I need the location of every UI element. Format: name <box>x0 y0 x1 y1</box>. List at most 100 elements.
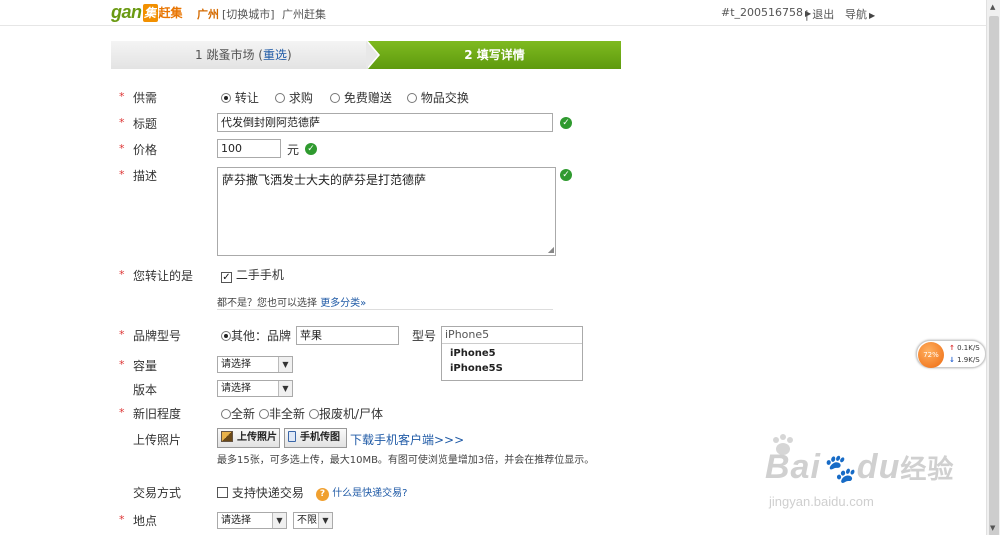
category-label: 您转让的是 <box>133 269 194 283</box>
caret-right-icon: ▶ <box>869 11 876 20</box>
condition-scrap[interactable]: 报废机/尸体 <box>309 405 383 422</box>
express-help-link: 什么是快递交易? <box>332 488 408 499</box>
nav-menu[interactable]: 导航 ▶ <box>845 6 875 22</box>
brand-input[interactable]: 苹果 <box>296 326 399 345</box>
suggestion-item[interactable]: iPhone5S <box>442 361 582 376</box>
speed-percent: 72% <box>918 342 944 368</box>
condition-used[interactable]: 非全新 <box>259 405 305 422</box>
condition-new[interactable]: 全新 <box>221 405 255 422</box>
select-value: 请选择 <box>221 359 251 370</box>
divider <box>217 309 553 310</box>
chevron-down-icon: ▼ <box>278 357 292 372</box>
radio <box>309 409 319 419</box>
top-bar: gan 集赶集 广州 [切换城市] 广州赶集 #t_200516758 ▶ | 退出… <box>0 0 986 26</box>
network-speed-widget[interactable]: 72% ↑ 0.1K/S ↓ 1.9K/S <box>916 340 986 368</box>
step-arrow <box>366 41 378 69</box>
required-mark: * <box>119 90 125 103</box>
upload-speed-value: 0.1K/S <box>957 344 980 352</box>
button-label: 手机传图 <box>300 432 340 443</box>
step-1-label: 1 跳蚤市场 ( <box>195 48 263 62</box>
switch-city-link[interactable]: [切换城市] <box>222 6 275 22</box>
upload-speed: ↑ 0.1K/S <box>949 344 980 352</box>
upload-note: 最多15张，可多选上传，最大10MB。有图可使浏览量增加3倍，并会在推荐位显示。 <box>217 455 595 466</box>
scroll-down-icon[interactable]: ▼ <box>990 524 995 532</box>
supply-option-transfer[interactable]: 转让 <box>221 89 259 106</box>
category-checkbox-option[interactable]: ✓ 二手手机 <box>221 266 284 283</box>
required-mark: * <box>119 406 125 419</box>
city-site-link[interactable]: 广州赶集 <box>282 6 326 22</box>
district-select[interactable]: 不限 ▼ <box>293 512 333 529</box>
check-icon: ✓ <box>305 143 317 155</box>
step-1-close: ) <box>286 48 292 62</box>
chevron-down-icon: ▼ <box>318 513 332 528</box>
option-label: 求购 <box>288 91 313 105</box>
required-mark: * <box>119 268 125 281</box>
phone-upload-button[interactable]: 手机传图 <box>284 428 347 448</box>
radio <box>407 93 417 103</box>
description-label: 描述 <box>133 169 158 183</box>
brand-other-option[interactable]: 其他：品牌 <box>221 327 291 344</box>
radio <box>259 409 269 419</box>
current-city: 广州 <box>197 8 219 21</box>
arrow-down-icon: ↓ <box>949 356 955 364</box>
option-label: 转让 <box>234 91 259 105</box>
supply-option-free[interactable]: 免费赠送 <box>330 89 392 106</box>
resize-handle-icon[interactable]: ◢ <box>548 246 554 254</box>
price-input[interactable]: 100 <box>217 139 281 158</box>
supply-option-buy[interactable]: 求购 <box>275 89 313 106</box>
option-label: 非全新 <box>269 407 306 421</box>
model-input[interactable]: iPhone5 <box>442 327 582 344</box>
watermark-brand: Bai🐾du经验 <box>765 448 954 487</box>
reselect-link[interactable]: 重选 <box>263 48 287 62</box>
vertical-scrollbar[interactable]: ▲ ▼ <box>986 0 1000 535</box>
express-trade-option[interactable]: 支持快递交易 <box>217 484 304 501</box>
logo-text: gan <box>111 2 142 22</box>
chevron-down-icon: ▼ <box>278 381 292 396</box>
step-2-active: 2 填写详情 <box>368 41 621 69</box>
title-input[interactable]: 代发倒封刚阿范德萨 <box>217 113 553 132</box>
watermark-url: jingyan.baidu.com <box>769 494 874 509</box>
model-autocomplete: iPhone5 iPhone5 iPhone5S <box>441 326 583 381</box>
select-value: 不限 <box>297 515 317 526</box>
price-unit: 元 <box>287 143 300 157</box>
required-mark: * <box>119 328 125 341</box>
radio-selected <box>221 93 231 103</box>
suggestion-item[interactable]: iPhone5 <box>442 346 582 361</box>
download-app-link[interactable]: 下载手机客户端>>> <box>350 431 464 448</box>
title-label: 标题 <box>133 117 158 131</box>
condition-label: 新旧程度 <box>133 407 182 421</box>
radio-selected <box>221 331 231 341</box>
ganji-logo[interactable]: gan 集赶集 <box>111 2 183 22</box>
version-select[interactable]: 请选择 ▼ <box>217 380 293 397</box>
radio <box>275 93 285 103</box>
scroll-up-icon[interactable]: ▲ <box>990 3 995 11</box>
more-categories-link[interactable]: 更多分类» <box>320 298 366 309</box>
brand-option-label: 其他：品牌 <box>231 329 292 343</box>
step-1: 1 跳蚤市场 (重选) <box>111 41 373 69</box>
scroll-thumb[interactable] <box>989 16 999 535</box>
logout-link[interactable]: | 退出 <box>805 6 834 22</box>
upload-photo-button[interactable]: 上传照片 <box>217 428 280 448</box>
brand-cn: 经验 <box>900 454 955 484</box>
phone-icon <box>288 431 296 442</box>
hint-text: 都不是？您也可以选择 <box>217 298 317 309</box>
capacity-select[interactable]: 请选择 ▼ <box>217 356 293 373</box>
option-label: 全新 <box>231 407 256 421</box>
supply-label: 供需 <box>133 91 158 105</box>
express-help[interactable]: ? 什么是快递交易? <box>316 484 408 501</box>
checkbox <box>217 487 228 498</box>
check-icon: ✓ <box>560 117 572 129</box>
location-select[interactable]: 请选择 ▼ <box>217 512 287 529</box>
image-icon <box>221 431 233 442</box>
arrow-up-icon: ↑ <box>949 344 955 352</box>
location-label: 地点 <box>133 514 158 528</box>
user-menu[interactable]: #t_200516758 ▶ <box>721 6 811 19</box>
supply-option-exchange[interactable]: 物品交换 <box>407 89 469 106</box>
required-mark: * <box>119 116 125 129</box>
chevron-down-icon: ▼ <box>272 513 286 528</box>
upload-label: 上传照片 <box>133 433 182 447</box>
download-speed-value: 1.9K/S <box>957 356 980 364</box>
select-value: 请选择 <box>221 383 251 394</box>
brand-bai: Bai <box>765 448 821 486</box>
description-textarea[interactable]: 萨芬撒飞洒发士大夫的萨芬是打范德萨 ◢ <box>217 167 556 256</box>
